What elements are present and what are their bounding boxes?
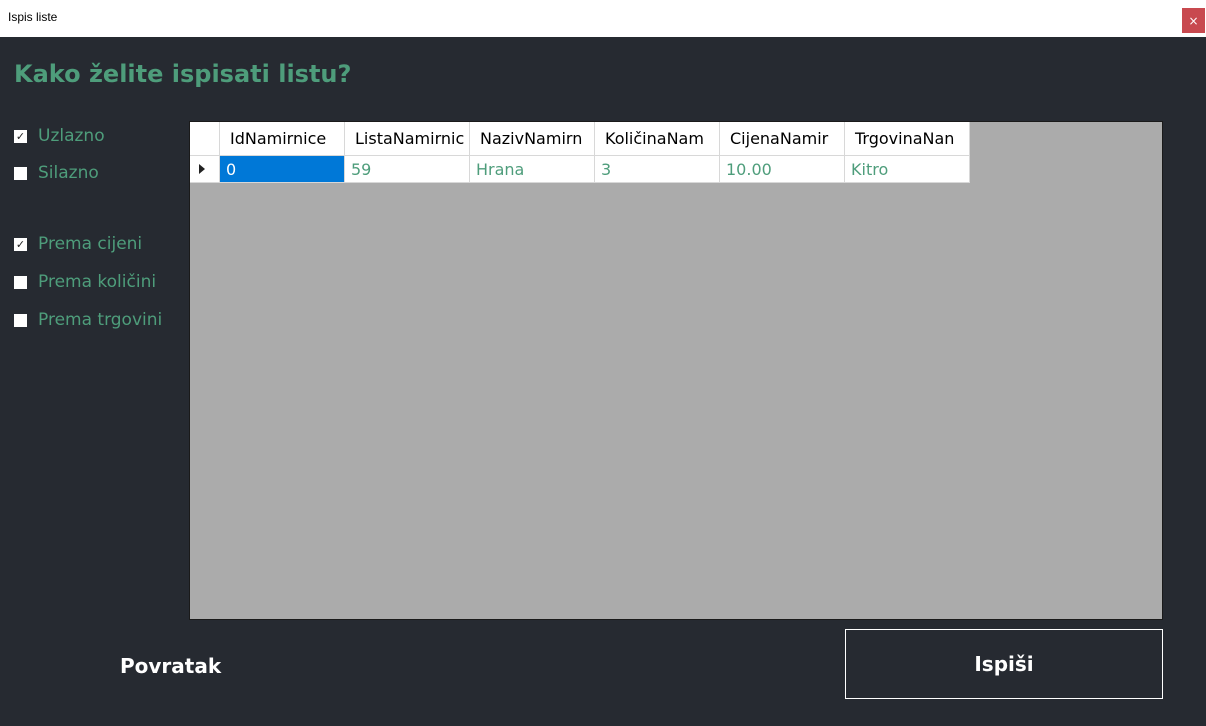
column-header-nazivnamirnice[interactable]: NazivNamirn: [470, 122, 595, 156]
table-row[interactable]: 0 59 Hrana 3 10.00 Kitro: [190, 156, 970, 183]
checkbox-prema-trgovini[interactable]: Prema trgovini: [14, 310, 162, 330]
data-grid[interactable]: IdNamirnice ListaNamirnic NazivNamirn Ko…: [189, 121, 1163, 620]
column-header-trgovinanamirnice[interactable]: TrgovinaNan: [845, 122, 970, 156]
checkbox-prema-cijeni[interactable]: ✓ Prema cijeni: [14, 234, 142, 254]
close-button[interactable]: ×: [1182, 8, 1205, 33]
checkbox-prema-kolicini[interactable]: Prema količini: [14, 272, 156, 292]
checkbox-icon[interactable]: [14, 166, 27, 180]
table-cell[interactable]: 3: [595, 156, 720, 183]
column-header-listanamirnice[interactable]: ListaNamirnic: [345, 122, 470, 156]
back-button[interactable]: Povratak: [120, 654, 221, 678]
checkbox-label: Silazno: [38, 163, 99, 183]
page-title: Kako želite ispisati listu?: [14, 60, 352, 88]
grid-header-row: IdNamirnice ListaNamirnic NazivNamirn Ko…: [190, 122, 970, 156]
table-cell[interactable]: Hrana: [470, 156, 595, 183]
column-header-cijenanamirnice[interactable]: CijenaNamir: [720, 122, 845, 156]
checkbox-label: Prema cijeni: [38, 234, 143, 254]
close-icon: ×: [1188, 13, 1199, 28]
table-cell[interactable]: Kitro: [845, 156, 970, 183]
title-bar: Ispis liste ×: [0, 0, 1206, 37]
current-row-icon: [199, 164, 205, 174]
checkbox-icon[interactable]: ✓: [14, 237, 27, 251]
print-button[interactable]: Ispiši: [845, 629, 1163, 699]
table-cell[interactable]: 10.00: [720, 156, 845, 183]
row-header[interactable]: [190, 156, 220, 183]
checkbox-icon[interactable]: [14, 313, 27, 327]
column-header-kolicinanamirnice[interactable]: KoličinaNam: [595, 122, 720, 156]
checkbox-silazno[interactable]: Silazno: [14, 163, 99, 183]
print-button-label: Ispiši: [974, 652, 1034, 676]
grid-corner-cell[interactable]: [190, 122, 220, 156]
checkbox-label: Prema trgovini: [38, 310, 163, 330]
column-header-idnamirnice[interactable]: IdNamirnice: [220, 122, 345, 156]
checkbox-icon[interactable]: [14, 275, 27, 289]
checkbox-icon[interactable]: ✓: [14, 129, 27, 143]
window-title: Ispis liste: [8, 10, 58, 24]
checkbox-uzlazno[interactable]: ✓ Uzlazno: [14, 126, 105, 146]
checkbox-label: Prema količini: [38, 272, 157, 292]
checkbox-label: Uzlazno: [38, 126, 105, 146]
table-cell[interactable]: 0: [220, 156, 345, 183]
table-cell[interactable]: 59: [345, 156, 470, 183]
